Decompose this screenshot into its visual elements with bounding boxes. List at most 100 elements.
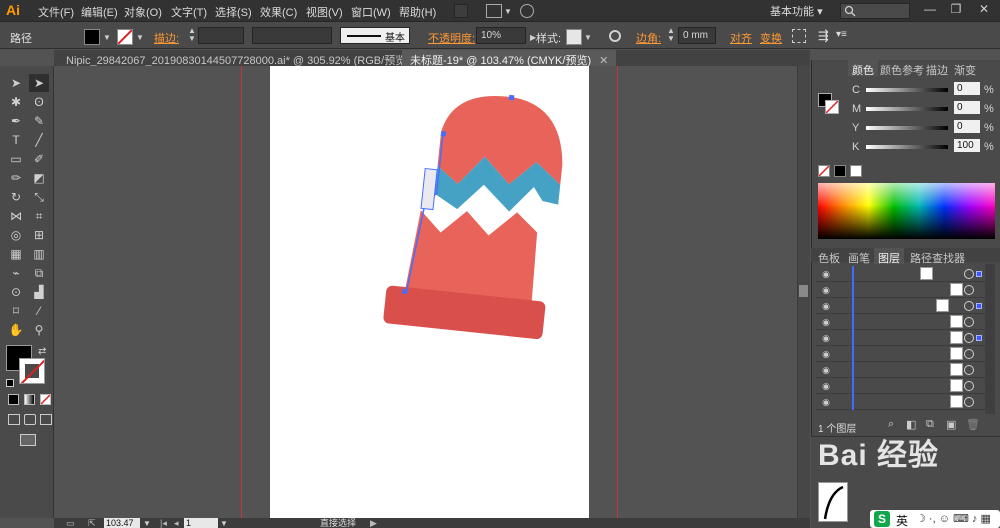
- eye-icon[interactable]: ◉: [820, 365, 832, 375]
- panel-menu-icon[interactable]: ▾≡: [836, 29, 847, 40]
- menu-file[interactable]: 文件(F): [38, 4, 74, 20]
- target-icon[interactable]: [964, 317, 974, 327]
- target-icon[interactable]: [964, 365, 974, 375]
- bridge-icon[interactable]: [454, 4, 468, 18]
- mesh-tool-icon[interactable]: ▦: [6, 245, 26, 263]
- draw-inside-icon[interactable]: [40, 414, 52, 425]
- channel-y-field[interactable]: 0: [954, 120, 980, 133]
- draw-normal-icon[interactable]: [8, 414, 20, 425]
- line-tool-icon[interactable]: ╱: [29, 131, 49, 149]
- scale-tool-icon[interactable]: ⤡: [29, 188, 49, 206]
- color-mode-icon[interactable]: [8, 394, 19, 405]
- stroke-weight-field[interactable]: [198, 27, 244, 44]
- close-button[interactable]: ✕: [972, 2, 996, 20]
- eye-icon[interactable]: ◉: [820, 397, 832, 407]
- screen-mode-icon[interactable]: [20, 434, 36, 446]
- rectangle-tool-icon[interactable]: ▭: [6, 150, 26, 168]
- layer-row[interactable]: ◉: [816, 314, 986, 330]
- menu-extra-icon[interactable]: ⇶: [818, 28, 829, 44]
- minimize-button[interactable]: —: [918, 2, 942, 20]
- gradient-tool-icon[interactable]: ▥: [29, 245, 49, 263]
- corners-label-link[interactable]: 边角:: [636, 30, 661, 46]
- selection-indicator[interactable]: [976, 335, 982, 341]
- menu-window[interactable]: 窗口(W): [351, 4, 391, 20]
- brush-definition[interactable]: 基本: [340, 27, 410, 44]
- column-graph-tool-icon[interactable]: ▟: [29, 283, 49, 301]
- pencil-tool-icon[interactable]: ✏: [6, 169, 26, 187]
- chevron-down-icon[interactable]: ▼: [143, 519, 151, 528]
- hand-tool-icon[interactable]: ✋: [6, 321, 26, 339]
- export-icon[interactable]: ⇱: [88, 518, 96, 528]
- chevron-down-icon[interactable]: ▼: [103, 33, 111, 42]
- channel-c-slider[interactable]: [866, 88, 948, 92]
- chevron-down-icon[interactable]: ▼: [136, 33, 144, 42]
- blend-tool-icon[interactable]: ⧉: [29, 264, 49, 282]
- slice-tool-icon[interactable]: ⁄: [29, 302, 49, 320]
- hat-illustration[interactable]: [380, 86, 570, 356]
- corner-radius-field[interactable]: 0 mm: [678, 27, 716, 44]
- target-icon[interactable]: [964, 301, 974, 311]
- channel-y-slider[interactable]: [866, 126, 948, 130]
- status-menu-icon[interactable]: ▶: [370, 518, 377, 528]
- menu-view[interactable]: 视图(V): [306, 4, 343, 20]
- width-tool-icon[interactable]: ⋈: [6, 207, 26, 225]
- pen-tool-icon[interactable]: ✒: [6, 112, 26, 130]
- artboard-number-field[interactable]: 1: [184, 518, 218, 528]
- recolor-artwork-icon[interactable]: [609, 30, 621, 42]
- channel-k-field[interactable]: 100: [954, 139, 980, 152]
- stroke-label-link[interactable]: 描边:: [154, 30, 179, 46]
- target-icon[interactable]: [964, 333, 974, 343]
- draw-behind-icon[interactable]: [24, 414, 36, 425]
- tab-stroke[interactable]: 描边: [922, 60, 952, 77]
- stroke-weight-stepper[interactable]: ▲ ▼: [188, 27, 196, 43]
- align-link[interactable]: 对齐: [730, 30, 752, 46]
- eraser-tool-icon[interactable]: ◩: [29, 169, 49, 187]
- menu-effect[interactable]: 效果(C): [260, 4, 297, 20]
- free-transform-tool-icon[interactable]: ⌗: [29, 207, 49, 225]
- menu-object[interactable]: 对象(O): [124, 4, 162, 20]
- channel-m-field[interactable]: 0: [954, 101, 980, 114]
- zoom-tool-icon[interactable]: ⚲: [29, 321, 49, 339]
- layer-row[interactable]: ◉: [816, 394, 986, 410]
- artboard-tool-icon[interactable]: ⌑: [6, 302, 26, 320]
- channel-m-slider[interactable]: [866, 107, 948, 111]
- tab-swatches[interactable]: 色板: [814, 248, 844, 265]
- isolate-group-icon[interactable]: [792, 29, 806, 43]
- target-icon[interactable]: [964, 349, 974, 359]
- tab-color[interactable]: 颜色: [848, 60, 878, 77]
- panel-stroke-swatch[interactable]: [825, 100, 839, 114]
- tab-gradient[interactable]: 渐变: [950, 60, 980, 77]
- search-input[interactable]: [840, 3, 910, 19]
- direct-selection-tool-icon[interactable]: ➤: [29, 74, 49, 92]
- brush-preview[interactable]: [818, 482, 848, 522]
- stroke-swatch[interactable]: [117, 29, 133, 45]
- chevron-down-icon[interactable]: ▼: [504, 7, 512, 16]
- menu-help[interactable]: 帮助(H): [399, 4, 436, 20]
- menu-select[interactable]: 选择(S): [215, 4, 252, 20]
- anchor-point[interactable]: [401, 288, 408, 295]
- eye-icon[interactable]: ◉: [820, 269, 832, 279]
- layer-row[interactable]: ◉: [816, 330, 986, 346]
- tab-nipic[interactable]: Nipic_29842067_20190830144507728000.ai* …: [58, 50, 435, 67]
- fill-swatch[interactable]: [84, 29, 100, 45]
- perspective-grid-tool-icon[interactable]: ⊞: [29, 226, 49, 244]
- eye-icon[interactable]: ◉: [820, 333, 832, 343]
- layer-row[interactable]: ◉: [816, 298, 986, 314]
- variable-width-profile[interactable]: [252, 27, 332, 44]
- target-icon[interactable]: [964, 397, 974, 407]
- prev-artboard-icon[interactable]: ◂: [174, 518, 179, 528]
- chevron-down-icon[interactable]: ▼: [584, 33, 592, 42]
- layer-row[interactable]: ◉: [816, 346, 986, 362]
- none-swatch[interactable]: [818, 165, 830, 177]
- restore-button[interactable]: ❐: [944, 2, 968, 20]
- rotate-tool-icon[interactable]: ↻: [6, 188, 26, 206]
- layers-scrollbar[interactable]: [985, 264, 995, 414]
- lasso-tool-icon[interactable]: ʘ: [29, 93, 49, 111]
- swap-colors-icon[interactable]: ⇄: [38, 346, 46, 357]
- tab-untitled-19[interactable]: 未标题-19* @ 103.47% (CMYK/预览) ✕: [402, 50, 617, 67]
- selected-white-strip[interactable]: [420, 167, 438, 211]
- white-swatch[interactable]: [850, 165, 862, 177]
- ime-toolbar[interactable]: S 英 ☽ ·, ☺ ⌨ ♪ ▦: [870, 510, 1000, 528]
- workspace-switcher[interactable]: 基本功能 ▾: [770, 3, 828, 19]
- transform-link[interactable]: 变换: [760, 30, 782, 46]
